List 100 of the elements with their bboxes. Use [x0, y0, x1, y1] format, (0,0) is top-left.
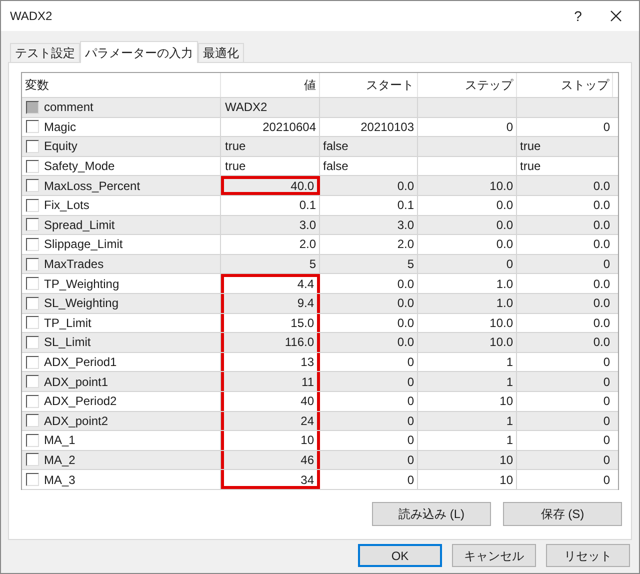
- checkbox[interactable]: [26, 258, 39, 271]
- parameter-name: MaxTrades: [44, 256, 104, 274]
- checkbox[interactable]: [26, 218, 39, 232]
- table-cell-text: 0.0: [592, 295, 611, 312]
- table-cell: 3.0: [320, 216, 418, 234]
- checkbox[interactable]: [26, 140, 39, 153]
- checkbox[interactable]: [26, 296, 39, 310]
- checkbox[interactable]: [26, 336, 39, 349]
- column-header[interactable]: 値: [221, 73, 320, 97]
- parameter-name: MA_1: [44, 432, 76, 450]
- table-row[interactable]: Fix_Lots 0.1 0.1 0.0 0.0: [22, 196, 618, 216]
- table-cell: 2.0: [221, 235, 320, 254]
- table-cell: 10: [418, 392, 517, 410]
- parameter-name: SL_Limit: [44, 334, 91, 352]
- panel-button[interactable]: 保存 (S): [503, 502, 622, 526]
- table-cell-text: 0.0: [592, 178, 611, 195]
- table-row[interactable]: MaxTrades 5 5 0 0: [22, 254, 618, 274]
- table-cell: 0.0: [320, 176, 418, 195]
- window-title: WADX2: [10, 8, 52, 25]
- checkbox[interactable]: [26, 394, 39, 408]
- table-cell: 1: [418, 431, 517, 450]
- table-cell: 40.0: [221, 176, 320, 195]
- table-row[interactable]: MaxLoss_Percent 40.0 0.0 10.0 0.0: [22, 176, 618, 196]
- checkbox[interactable]: [26, 198, 39, 212]
- checkbox[interactable]: [26, 434, 39, 447]
- table-cell-text: 0.0: [592, 334, 611, 352]
- checkbox[interactable]: [26, 120, 39, 134]
- table-cell: 0.0: [418, 196, 517, 215]
- table-cell: true: [221, 137, 320, 156]
- tab[interactable]: 最適化: [198, 43, 244, 62]
- table-cell: 5: [221, 254, 320, 274]
- tab[interactable]: パラメーターの入力: [80, 41, 198, 63]
- table-cell: true: [221, 156, 320, 176]
- table-cell: 0: [320, 372, 418, 391]
- table-row[interactable]: ADX_point2 24 0 1 0: [22, 412, 618, 432]
- table-cell: 10.0: [418, 314, 517, 332]
- dialog-button[interactable]: OK: [358, 544, 442, 567]
- parameter-name: MaxLoss_Percent: [44, 178, 140, 195]
- column-header[interactable]: 変数: [22, 73, 221, 97]
- table-cell: 0.0: [418, 216, 517, 234]
- table-cell: 2.0: [320, 235, 418, 254]
- parameter-name: SL_Weighting: [44, 295, 118, 312]
- table-cell-text: 0: [602, 374, 611, 391]
- checkbox[interactable]: [26, 179, 39, 192]
- checkbox[interactable]: [26, 238, 39, 251]
- table-cell-text: 0: [602, 256, 611, 274]
- table-row[interactable]: Slippage_Limit 2.0 2.0 0.0 0.0: [22, 235, 618, 255]
- checkbox[interactable]: [26, 473, 39, 486]
- checkbox[interactable]: [26, 277, 39, 290]
- table-cell: 0: [320, 352, 418, 372]
- checkbox[interactable]: [26, 356, 39, 369]
- table-cell-text: 0: [602, 472, 611, 489]
- table-cell-text: 0.0: [592, 276, 611, 293]
- dialog-button[interactable]: リセット: [546, 544, 630, 567]
- parameter-name: Equity: [44, 138, 78, 156]
- checkbox[interactable]: [26, 375, 39, 388]
- tab[interactable]: テスト設定: [10, 43, 80, 62]
- table-cell-text: 0.0: [592, 314, 611, 332]
- table-row[interactable]: MA_3 34 0 10 0: [22, 470, 618, 490]
- table-cell: 0: [320, 470, 418, 489]
- table-row[interactable]: ADX_Period2 40 0 10 0: [22, 392, 618, 412]
- table-cell: 0: [320, 450, 418, 470]
- table-cell: 1: [418, 412, 517, 430]
- table-row[interactable]: MA_1 10 0 1 0: [22, 431, 618, 451]
- table-cell-text: 0: [602, 432, 611, 450]
- table-row[interactable]: ADX_Period1 13 0 1 0: [22, 352, 618, 372]
- table-cell: 1: [418, 352, 517, 372]
- table-row[interactable]: Spread_Limit 3.0 3.0 0.0 0.0: [22, 216, 618, 236]
- table-cell: 0.0: [320, 294, 418, 313]
- help-button[interactable]: ?: [563, 1, 593, 31]
- column-header[interactable]: ステップ: [418, 73, 517, 97]
- table-row[interactable]: SL_Limit 116.0 0.0 10.0 0.0: [22, 333, 618, 353]
- checkbox[interactable]: [26, 160, 39, 173]
- checkbox[interactable]: [26, 453, 39, 466]
- table-cell: 1.0: [418, 294, 517, 313]
- table-row[interactable]: Safety_Mode true false true: [22, 156, 618, 176]
- checkbox[interactable]: [26, 316, 39, 330]
- table-row[interactable]: TP_Limit 15.0 0.0 10.0 0.0: [22, 314, 618, 334]
- table-row[interactable]: SL_Weighting 9.4 0.0 1.0 0.0: [22, 294, 618, 314]
- table-row[interactable]: Equity true false true: [22, 137, 618, 157]
- parameter-name: Safety_Mode: [44, 158, 115, 176]
- parameter-name: Spread_Limit: [44, 216, 115, 234]
- table-row[interactable]: MA_2 46 0 10 0: [22, 450, 618, 470]
- table-cell-text: 0.0: [592, 197, 611, 214]
- dialog-button[interactable]: キャンセル: [452, 544, 536, 567]
- table-cell: 0: [320, 431, 418, 450]
- table-row[interactable]: ADX_point1 11 0 1 0: [22, 372, 618, 392]
- table-row[interactable]: TP_Weighting 4.4 0.0 1.0 0.0: [22, 274, 618, 294]
- table-cell: 1.0: [418, 274, 517, 293]
- table-row[interactable]: Magic 20210604 20210103 0 0: [22, 118, 618, 138]
- panel-button[interactable]: 読み込み (L): [372, 502, 491, 526]
- table-cell-text: 0: [602, 354, 611, 372]
- close-icon: [610, 10, 622, 22]
- parameter-name: MA_3: [44, 472, 76, 489]
- column-header[interactable]: スタート: [320, 73, 418, 97]
- table-cell-text: 0: [602, 118, 611, 136]
- parameter-name: TP_Weighting: [44, 276, 120, 293]
- parameter-name: Fix_Lots: [44, 197, 90, 214]
- checkbox[interactable]: [26, 414, 39, 428]
- column-header[interactable]: ストップ: [517, 73, 613, 97]
